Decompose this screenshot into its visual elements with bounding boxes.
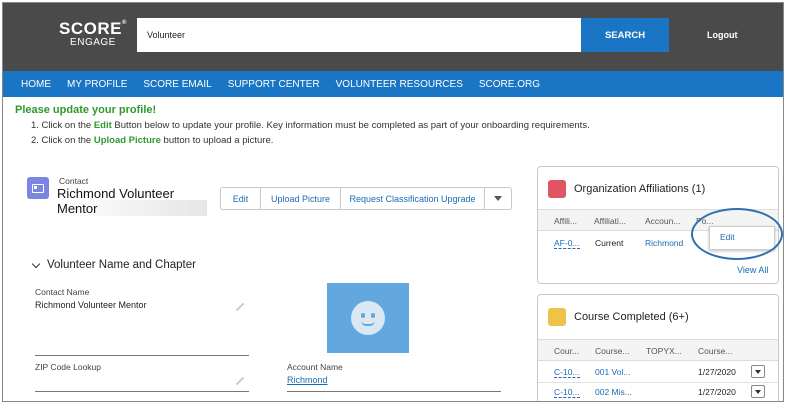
nav-support-center[interactable]: SUPPORT CENTER xyxy=(228,79,320,90)
column-header[interactable]: Course... xyxy=(595,346,630,356)
chevron-down-icon xyxy=(755,369,761,374)
course-name-link[interactable]: 001 Vol... xyxy=(595,367,630,377)
registered-mark: ® xyxy=(121,20,127,26)
contact-name-label: Contact Name xyxy=(35,287,90,297)
account-name-label: Account Name xyxy=(287,362,343,372)
search-input[interactable] xyxy=(137,18,581,52)
smiley-avatar-icon xyxy=(351,301,385,335)
courses-title[interactable]: Course Completed (6+) xyxy=(574,311,689,323)
row-actions-button[interactable] xyxy=(751,385,765,398)
chevron-down-icon xyxy=(31,259,41,268)
record-type-label: Contact xyxy=(59,176,89,186)
nav-home[interactable]: HOME xyxy=(21,79,51,90)
profile-picture[interactable] xyxy=(327,283,409,353)
logout-link[interactable]: Logout xyxy=(707,30,738,40)
column-header[interactable]: Accoun... xyxy=(645,216,680,226)
pencil-icon[interactable] xyxy=(235,376,245,386)
more-actions-button[interactable] xyxy=(485,188,511,209)
field-divider xyxy=(35,391,249,392)
notice-step-1: 1. Click on the Edit Button below to upd… xyxy=(31,120,590,131)
affiliation-status: Current xyxy=(595,238,624,248)
course-completed-date: 1/27/2020 xyxy=(698,387,736,397)
column-header[interactable]: Cour... xyxy=(554,346,579,356)
affiliation-icon xyxy=(548,180,566,198)
course-id-link[interactable]: C-10... xyxy=(554,367,580,378)
affiliation-id-link[interactable]: AF-0... xyxy=(554,238,580,249)
course-completed-panel: Course Completed (6+) Cour... Course... … xyxy=(537,294,779,401)
field-divider xyxy=(35,355,249,356)
pencil-icon[interactable] xyxy=(235,302,245,312)
update-profile-notice: Please update your profile! 1. Click on … xyxy=(15,104,590,146)
contact-name-value: Richmond Volunteer Mentor xyxy=(35,300,147,310)
nav-score-email[interactable]: SCORE EMAIL xyxy=(143,79,211,90)
affiliations-title[interactable]: Organization Affiliations (1) xyxy=(574,183,705,195)
nav-volunteer-resources[interactable]: VOLUNTEER RESOURCES xyxy=(336,79,463,90)
record-actions: Edit Upload Picture Request Classificati… xyxy=(220,187,512,210)
search-button[interactable]: SEARCH xyxy=(581,18,669,52)
contact-card-icon xyxy=(27,177,49,199)
column-header[interactable]: Course... xyxy=(698,346,733,356)
section-toggle[interactable]: Volunteer Name and Chapter xyxy=(31,259,196,271)
main-nav: HOME MY PROFILE SCORE EMAIL SUPPORT CENT… xyxy=(3,71,783,97)
course-icon xyxy=(548,308,566,326)
record-title: Richmond Volunteer Mentor xyxy=(57,186,175,216)
notice-heading: Please update your profile! xyxy=(15,104,157,116)
logo-text: SCORE xyxy=(59,19,122,38)
column-header[interactable]: TOPYX... xyxy=(646,346,682,356)
column-header[interactable]: Affili... xyxy=(554,216,577,226)
app-window: SCORE® ENGAGE SEARCH Logout HOME MY PROF… xyxy=(2,2,784,402)
course-completed-date: 1/27/2020 xyxy=(698,367,736,377)
section-heading: Volunteer Name and Chapter xyxy=(47,259,196,271)
top-header: SCORE® ENGAGE SEARCH Logout xyxy=(3,3,783,71)
edit-button[interactable]: Edit xyxy=(221,188,261,209)
upload-picture-button[interactable]: Upload Picture xyxy=(261,188,341,209)
column-header[interactable]: Affiliati... xyxy=(594,216,626,226)
zip-code-label: ZIP Code Lookup xyxy=(35,362,101,372)
highlight-circle xyxy=(691,208,783,260)
field-divider xyxy=(287,391,501,392)
view-all-link[interactable]: View All xyxy=(737,265,768,275)
nav-my-profile[interactable]: MY PROFILE xyxy=(67,79,127,90)
chevron-down-icon xyxy=(494,196,502,201)
chevron-down-icon xyxy=(755,389,761,394)
course-name-link[interactable]: 002 Mis... xyxy=(595,387,632,397)
logo-subtext: ENGAGE xyxy=(70,37,116,48)
nav-score-org[interactable]: SCORE.ORG xyxy=(479,79,540,90)
score-engage-logo[interactable]: SCORE® ENGAGE xyxy=(59,20,127,48)
notice-step-2: 2. Click on the Upload Picture button to… xyxy=(31,135,274,146)
row-actions-button[interactable] xyxy=(751,365,765,378)
row-divider xyxy=(538,382,778,383)
courses-table-header: Cour... Course... TOPYX... Course... xyxy=(538,339,778,361)
affiliation-account-link[interactable]: Richmond xyxy=(645,238,683,248)
course-id-link[interactable]: C-10... xyxy=(554,387,580,398)
account-name-link[interactable]: Richmond xyxy=(287,375,328,385)
request-classification-upgrade-button[interactable]: Request Classification Upgrade xyxy=(341,188,485,209)
